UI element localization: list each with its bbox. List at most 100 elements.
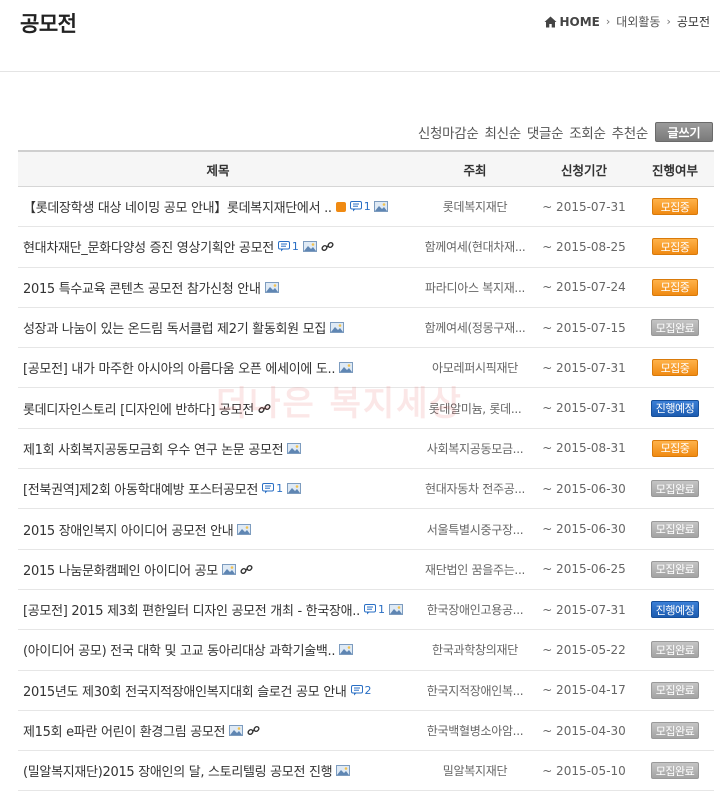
row-title-cell[interactable]: 제1회 사회복지공동모금회 우수 연구 논문 공모전 — [18, 439, 418, 458]
row-title-cell[interactable]: 현대차재단_문화다양성 증진 영상기획안 공모전 1 — [18, 237, 418, 256]
status-badge: 모집중 — [652, 359, 698, 377]
row-status-cell: 모집완료 — [636, 762, 714, 780]
row-org: 한국장애인고용공... — [426, 603, 524, 618]
link-icon — [321, 240, 334, 253]
sort-comments[interactable]: 댓글순 — [527, 122, 564, 142]
row-title[interactable]: 2015 특수교육 콘텐츠 공모전 참가신청 안내 — [23, 278, 261, 297]
table-row[interactable]: 2015년도 제30회 전국지적장애인복지대회 슬로건 공모 안내 2 한국지적장애… — [18, 671, 714, 711]
row-deadline: ~ 2015-05-10 — [542, 763, 626, 778]
table-row[interactable]: 2015 특수교육 콘텐츠 공모전 참가신청 안내 파라디아스 복지재... ~ 2… — [18, 268, 714, 308]
row-org: 파라디아스 복지재... — [425, 280, 525, 295]
row-title[interactable]: 성장과 나눔이 있는 온드림 독서클럽 제2기 활동회원 모집 — [23, 318, 326, 337]
link-icon — [247, 724, 260, 737]
comment-icon: 2 — [350, 683, 372, 697]
status-badge: 모집완료 — [650, 681, 700, 699]
row-deadline: ~ 2015-06-25 — [542, 562, 626, 577]
row-org: 서울특별시중구장... — [426, 522, 524, 537]
table-row[interactable]: [공모전] 2015 제3회 편한일터 디자인 공모전 개최 - 한국장애.. 1… — [18, 590, 714, 631]
row-org: 함께여세(정몽구재... — [424, 321, 526, 336]
row-title-cell[interactable]: 제15회 e파란 어린이 환경그림 공모전 — [18, 721, 418, 740]
row-title[interactable]: 롯데디자인스토리 [디자인에 반하다] 공모전 — [23, 399, 254, 418]
status-badge: 모집완료 — [650, 722, 700, 739]
row-title-cell[interactable]: [공모전] 2015 제3회 편한일터 디자인 공모전 개최 - 한국장애.. 1 — [18, 600, 418, 619]
row-title-cell[interactable]: 성장과 나눔이 있는 온드림 독서클럽 제2기 활동회원 모집 — [18, 318, 418, 337]
sort-views[interactable]: 조회순 — [569, 122, 606, 142]
table-row[interactable]: 2015 장애인복지 아이디어 공모전 안내 서울특별시중구장... ~ 2015-… — [18, 509, 714, 550]
row-org: 현대자동차 전주공... — [425, 482, 525, 497]
row-status-cell: 모집중 — [636, 278, 714, 296]
page-header: 공모전 HOME › 대외활동 › 공모전 — [0, 0, 720, 72]
row-title[interactable]: 2015년도 제30회 전국지적장애인복지대회 슬로건 공모 안내 — [23, 681, 347, 700]
table-row[interactable]: 롯데디자인스토리 [디자인에 반하다] 공모전 롯데알미늄, 롯데... ~ 201… — [18, 388, 714, 429]
row-status-cell: 진행예정 — [636, 399, 714, 417]
sort-deadline[interactable]: 신청마감순 — [418, 122, 479, 142]
row-title[interactable]: 【롯데장학생 대상 네이밍 공모 안내】롯데복지재단에서 .. — [23, 197, 332, 216]
row-status-cell: 모집완료 — [636, 722, 714, 739]
image-icon — [336, 765, 351, 777]
row-title[interactable]: (아이디어 공모) 전국 대학 및 고교 동아리대상 과학기술백.. — [23, 640, 335, 659]
table-row[interactable]: 【롯데장학생 대상 네이밍 공모 안내】롯데복지재단에서 .. 1 롯데복지재단 ~ … — [18, 187, 714, 228]
link-icon — [258, 402, 271, 415]
comment-count: 1 — [377, 603, 385, 617]
sort-bar: 신청마감순 최신순 댓글순 조회순 추천순 글쓰기 — [418, 122, 713, 142]
status-badge: 모집중 — [652, 198, 698, 216]
row-title[interactable]: 2015 장애인복지 아이디어 공모전 안내 — [23, 520, 233, 539]
row-deadline: ~ 2015-07-31 — [542, 602, 626, 617]
table-row[interactable]: 제15회 e파란 어린이 환경그림 공모전 한국백혈병소아암... ~ 2015-0… — [18, 711, 714, 752]
row-org: 재단법인 꿈을주는... — [425, 562, 525, 577]
table-row[interactable]: (아이디어 공모) 전국 대학 및 고교 동아리대상 과학기술백.. 한국과학창의… — [18, 630, 714, 671]
row-title[interactable]: [공모전] 내가 마주한 아시아의 아름다움 오픈 에세이에 도.. — [23, 358, 335, 377]
row-org: 한국과학창의재단 — [432, 643, 518, 658]
image-icon — [302, 241, 317, 253]
rss-icon — [335, 201, 346, 212]
row-title-cell[interactable]: (아이디어 공모) 전국 대학 및 고교 동아리대상 과학기술백.. — [18, 640, 418, 659]
row-status-cell: 모집완료 — [636, 480, 714, 498]
row-title-cell[interactable]: 2015 장애인복지 아이디어 공모전 안내 — [18, 520, 418, 539]
row-title[interactable]: [전북권역]제2회 아동학대예방 포스터공모전 — [23, 479, 258, 498]
table-row[interactable]: 현대차재단_문화다양성 증진 영상기획안 공모전 1 함께여세(현대차재... ~ 2… — [18, 227, 714, 268]
row-org: 아모레퍼시픽재단 — [432, 361, 518, 376]
row-status-cell: 모집완료 — [636, 560, 714, 578]
row-deadline: ~ 2015-06-30 — [542, 481, 626, 496]
image-icon — [339, 644, 354, 656]
row-title-cell[interactable]: 롯데디자인스토리 [디자인에 반하다] 공모전 — [18, 399, 418, 418]
image-icon — [287, 442, 302, 454]
image-icon — [264, 281, 279, 293]
row-title[interactable]: [공모전] 2015 제3회 편한일터 디자인 공모전 개최 - 한국장애.. — [23, 600, 360, 619]
row-title-cell[interactable]: 【롯데장학생 대상 네이밍 공모 안내】롯데복지재단에서 .. 1 — [18, 197, 418, 216]
row-org: 사회복지공동모금... — [426, 441, 524, 456]
row-title-cell[interactable]: 2015년도 제30회 전국지적장애인복지대회 슬로건 공모 안내 2 — [18, 681, 418, 700]
row-title-cell[interactable]: 2015 나눔문화캠페인 아이디어 공모 — [18, 560, 418, 579]
table-row[interactable]: [공모전] 내가 마주한 아시아의 아름다움 오픈 에세이에 도.. 아모레퍼시픽… — [18, 348, 714, 389]
comment-count: 2 — [364, 683, 372, 697]
sort-latest[interactable]: 최신순 — [485, 122, 522, 142]
row-title[interactable]: 2015 나눔문화캠페인 아이디어 공모 — [23, 560, 218, 579]
row-status-cell: 모집완료 — [636, 641, 714, 659]
status-badge: 모집완료 — [650, 319, 700, 337]
table-row[interactable]: (밀알복지재단)2015 장애인의 달, 스토리텔링 공모전 진행 밀알복지재단 ~… — [18, 751, 714, 792]
table-row[interactable]: 성장과 나눔이 있는 온드림 독서클럽 제2기 활동회원 모집 함께여세(정몽구재… — [18, 308, 714, 349]
row-title-cell[interactable]: 2015 특수교육 콘텐츠 공모전 참가신청 안내 — [18, 278, 418, 297]
table-row[interactable]: 2015 나눔문화캠페인 아이디어 공모 재단법인 꿈을주는... ~ 2015-0… — [18, 550, 714, 590]
comment-count: 1 — [363, 200, 371, 214]
row-title[interactable]: (밀알복지재단)2015 장애인의 달, 스토리텔링 공모전 진행 — [23, 761, 332, 780]
status-badge: 모집완료 — [650, 641, 700, 659]
status-badge: 모집완료 — [650, 520, 700, 538]
row-status-cell: 모집중 — [636, 359, 714, 377]
status-badge: 모집중 — [652, 439, 698, 457]
breadcrumb-parent[interactable]: 대외활동 — [616, 13, 660, 30]
link-icon — [240, 563, 253, 576]
row-title[interactable]: 현대차재단_문화다양성 증진 영상기획안 공모전 — [23, 237, 274, 256]
breadcrumb-home[interactable]: HOME — [560, 15, 600, 29]
row-title-cell[interactable]: (밀알복지재단)2015 장애인의 달, 스토리텔링 공모전 진행 — [18, 761, 418, 780]
home-icon — [544, 16, 556, 27]
sort-recommend[interactable]: 추천순 — [612, 122, 649, 142]
row-title[interactable]: 제1회 사회복지공동모금회 우수 연구 논문 공모전 — [23, 439, 283, 458]
image-icon — [286, 483, 301, 495]
row-title-cell[interactable]: [공모전] 내가 마주한 아시아의 아름다움 오픈 에세이에 도.. — [18, 358, 418, 377]
write-button[interactable]: 글쓰기 — [655, 122, 713, 142]
table-row[interactable]: [전북권역]제2회 아동학대예방 포스터공모전 1 현대자동차 전주공... ~ 20… — [18, 469, 714, 510]
row-title[interactable]: 제15회 e파란 어린이 환경그림 공모전 — [23, 721, 225, 740]
table-row[interactable]: 제1회 사회복지공동모금회 우수 연구 논문 공모전 사회복지공동모금... ~ 2… — [18, 429, 714, 470]
row-title-cell[interactable]: [전북권역]제2회 아동학대예방 포스터공모전 1 — [18, 479, 418, 498]
